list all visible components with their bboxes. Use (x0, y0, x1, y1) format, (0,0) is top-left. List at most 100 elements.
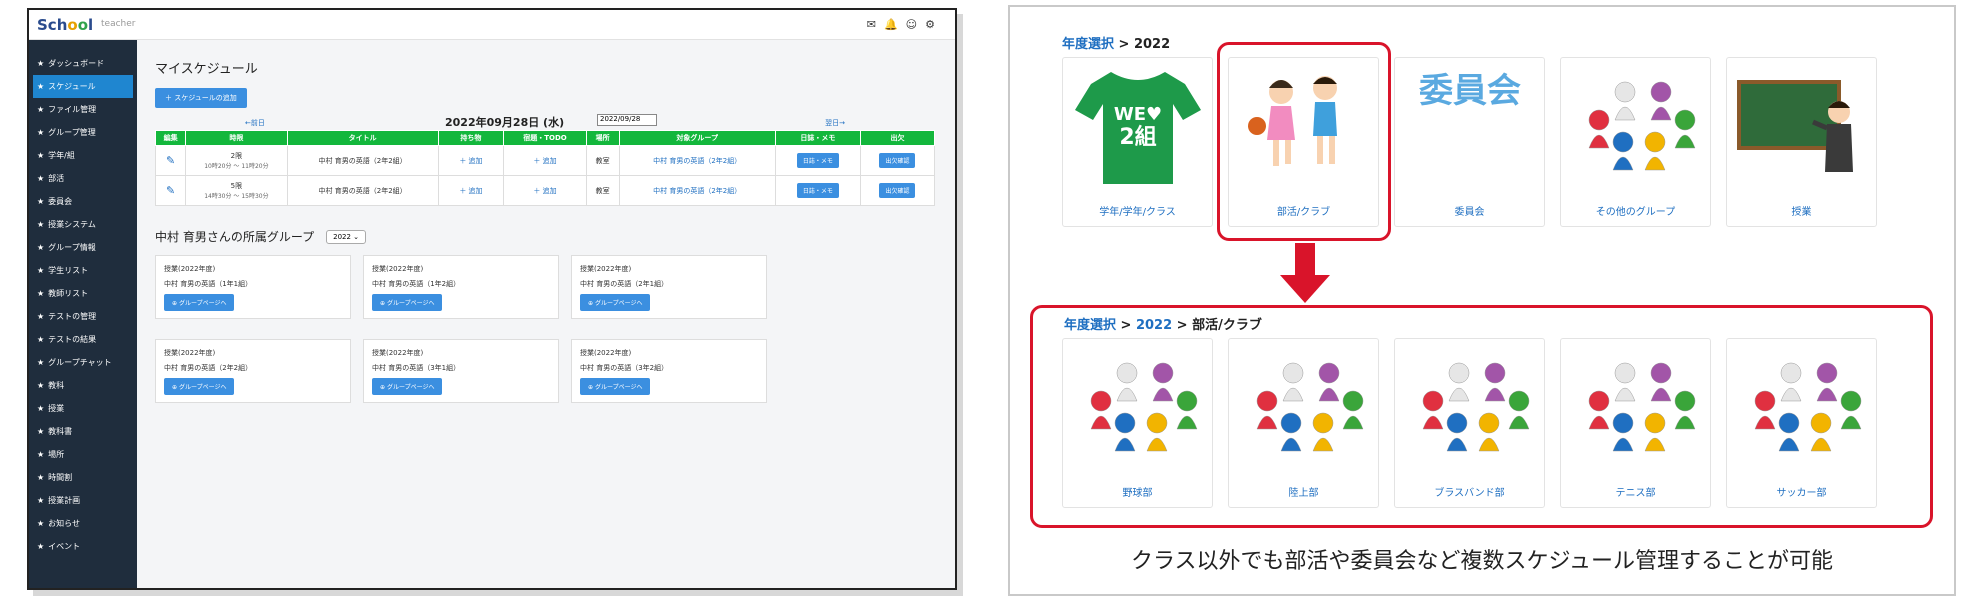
add-schedule-button[interactable]: ＋ スケジュールの追加 (155, 88, 247, 108)
sidebar-item[interactable]: ★ 学生リスト (29, 259, 137, 282)
star-icon: ★ (37, 312, 45, 321)
add-todo-link[interactable]: ＋ 追加 (533, 187, 556, 195)
group-page-button[interactable]: ⊕ グループページへ (580, 378, 651, 395)
group-tile[interactable]: 授業 (1726, 57, 1877, 227)
sidebar-item-label: グループチャット (48, 358, 112, 367)
sidebar-item[interactable]: ★ 場所 (29, 443, 137, 466)
group-tile[interactable]: WE♥ 2組学年/学年/クラス (1062, 57, 1213, 227)
sidebar-item[interactable]: ★ テストの結果 (29, 328, 137, 351)
main-content: マイスケジュール ＋ スケジュールの追加 ←前日 2022年09月28日 (水)… (147, 40, 955, 588)
memo-button[interactable]: 日誌・メモ (796, 183, 839, 198)
sidebar-item[interactable]: ★ 部活 (29, 167, 137, 190)
group-page-button[interactable]: ⊕ グループページへ (164, 294, 235, 311)
people-pawns-icon (1588, 81, 1696, 171)
group-tile[interactable]: 委員会 委員会 (1394, 57, 1545, 227)
next-day-link[interactable]: 翌日→ (825, 118, 845, 128)
year-select[interactable]: 2022 ⌄ (326, 229, 367, 244)
tile-label[interactable]: 授業 (1727, 203, 1876, 218)
sidebar-item[interactable]: ★ スケジュール (33, 75, 133, 98)
group-card: 授業(2022年度) 中村 育男の英語（2年1組） ⊕ グループページへ (571, 255, 767, 319)
period-time: 14時30分 ～ 15時30分 (204, 193, 269, 200)
avatar[interactable]: ☺ (906, 18, 917, 31)
page-title: マイスケジュール (155, 62, 258, 77)
svg-text:2組: 2組 (1119, 124, 1156, 150)
sidebar-item[interactable]: ★ テストの管理 (29, 305, 137, 328)
sidebar-item[interactable]: ★ お知らせ (29, 512, 137, 535)
star-icon: ★ (37, 128, 45, 137)
sidebar-item[interactable]: ★ 時間割 (29, 466, 137, 489)
add-items-link[interactable]: ＋ 追加 (459, 157, 482, 165)
period: 5限 (230, 182, 243, 190)
star-icon: ★ (37, 427, 45, 436)
group-page-button[interactable]: ⊕ グループページへ (164, 378, 235, 395)
gear-icon[interactable]: ⚙ (925, 18, 935, 31)
group-page-button[interactable]: ⊕ グループページへ (372, 294, 443, 311)
schedule-title: 中村 育男の英語（2年2組） (286, 175, 439, 206)
tile-label[interactable]: 委員会 (1395, 203, 1544, 218)
attendance-button[interactable]: 出欠確認 (879, 183, 916, 198)
tile-label[interactable]: その他のグループ (1561, 203, 1710, 218)
edit-icon[interactable]: ✎ (166, 184, 175, 197)
mail-icon[interactable]: ✉ (867, 18, 876, 31)
sidebar-item[interactable]: ★ 教師リスト (29, 282, 137, 305)
add-todo-link[interactable]: ＋ 追加 (533, 157, 556, 165)
committee-text-icon: 委員会 (1419, 71, 1521, 111)
sidebar-item-label: テストの結果 (48, 335, 97, 344)
star-icon: ★ (37, 335, 45, 344)
sidebar-item-label: 教師リスト (48, 289, 89, 298)
down-arrow-icon (1280, 243, 1330, 303)
column-header: 対象グループ (618, 130, 776, 146)
highlight-box-clubs (1030, 305, 1933, 528)
star-icon: ★ (37, 289, 45, 298)
edit-icon[interactable]: ✎ (166, 154, 175, 167)
add-items-link[interactable]: ＋ 追加 (459, 187, 482, 195)
sidebar-item[interactable]: ★ 教科書 (29, 420, 137, 443)
group-name: 中村 育男の英語（3年2組） (580, 364, 669, 372)
sidebar-item[interactable]: ★ 委員会 (29, 190, 137, 213)
group-name: 中村 育男の英語（1年1組） (164, 280, 253, 288)
attendance-button[interactable]: 出欠確認 (879, 153, 916, 168)
sidebar-item-label: 時間割 (48, 473, 73, 482)
date-input[interactable]: 2022/09/28 (597, 114, 657, 126)
sidebar-item[interactable]: ★ グループ情報 (29, 236, 137, 259)
schedule-table: 編集 時限 タイトル 持ち物 宿題・TODO 場所 対象グループ 日誌・メモ 出欠 ✎ 2限 10時… (154, 130, 936, 206)
group-tile[interactable]: その他のグループ (1560, 57, 1711, 227)
star-icon: ★ (37, 542, 45, 551)
sidebar-item-label: グループ情報 (48, 243, 96, 252)
tile-label[interactable]: 学年/学年/クラス (1063, 203, 1212, 218)
memo-button[interactable]: 日誌・メモ (796, 153, 839, 168)
caption: クラス以外でも部活や委員会など複数スケジュール管理することが可能 (1130, 549, 1834, 574)
sidebar-item-label: 授業システム (48, 220, 96, 229)
target-group-link[interactable]: 中村 育男の英語（2年2組） (653, 157, 741, 165)
sidebar-item[interactable]: ★ ダッシュボード (29, 52, 137, 75)
star-icon: ★ (37, 151, 45, 160)
sidebar-item-label: 部活 (48, 174, 65, 183)
sidebar-item[interactable]: ★ グループ管理 (29, 121, 137, 144)
schedule-title: 中村 育男の英語（2年2組） (286, 145, 439, 176)
group-page-button[interactable]: ⊕ グループページへ (372, 378, 443, 395)
sidebar-item[interactable]: ★ グループチャット (29, 351, 137, 374)
sidebar-item[interactable]: ★ ファイル管理 (29, 98, 137, 121)
column-header: 日誌・メモ (774, 130, 861, 146)
app-logo[interactable]: School (37, 16, 93, 34)
sidebar: ★ ダッシュボード ★ スケジュール ★ ファイル管理 ★ グループ管理 ★ 学年/組 ★ 部活 ★ 委員… (29, 40, 137, 588)
target-group-link[interactable]: 中村 育男の英語（2年2組） (653, 187, 741, 195)
sidebar-item[interactable]: ★ イベント (29, 535, 137, 558)
sidebar-item[interactable]: ★ 授業計画 (29, 489, 137, 512)
sidebar-item[interactable]: ★ 学年/組 (29, 144, 137, 167)
group-page-button[interactable]: ⊕ グループページへ (580, 294, 651, 311)
sidebar-item-label: 場所 (48, 450, 65, 459)
sidebar-item[interactable]: ★ 授業 (29, 397, 137, 420)
sidebar-item-label: ファイル管理 (48, 105, 97, 114)
place: 教室 (585, 175, 620, 206)
sidebar-item[interactable]: ★ 教科 (29, 374, 137, 397)
sidebar-item[interactable]: ★ 授業システム (29, 213, 137, 236)
prev-day-link[interactable]: ←前日 (245, 118, 265, 128)
top-bar: School teacher ✉ 🔔 ☺ ⚙ (29, 10, 955, 40)
tshirt-icon: WE♥2組 (1075, 72, 1201, 184)
sidebar-item-label: テストの管理 (48, 312, 97, 321)
star-icon: ★ (37, 243, 45, 252)
crumb-year-link[interactable]: 年度選択 (1062, 37, 1114, 52)
group-card: 授業(2022年度) 中村 育男の英語（1年1組） ⊕ グループページへ (155, 255, 351, 319)
bell-icon[interactable]: 🔔 (884, 18, 898, 31)
